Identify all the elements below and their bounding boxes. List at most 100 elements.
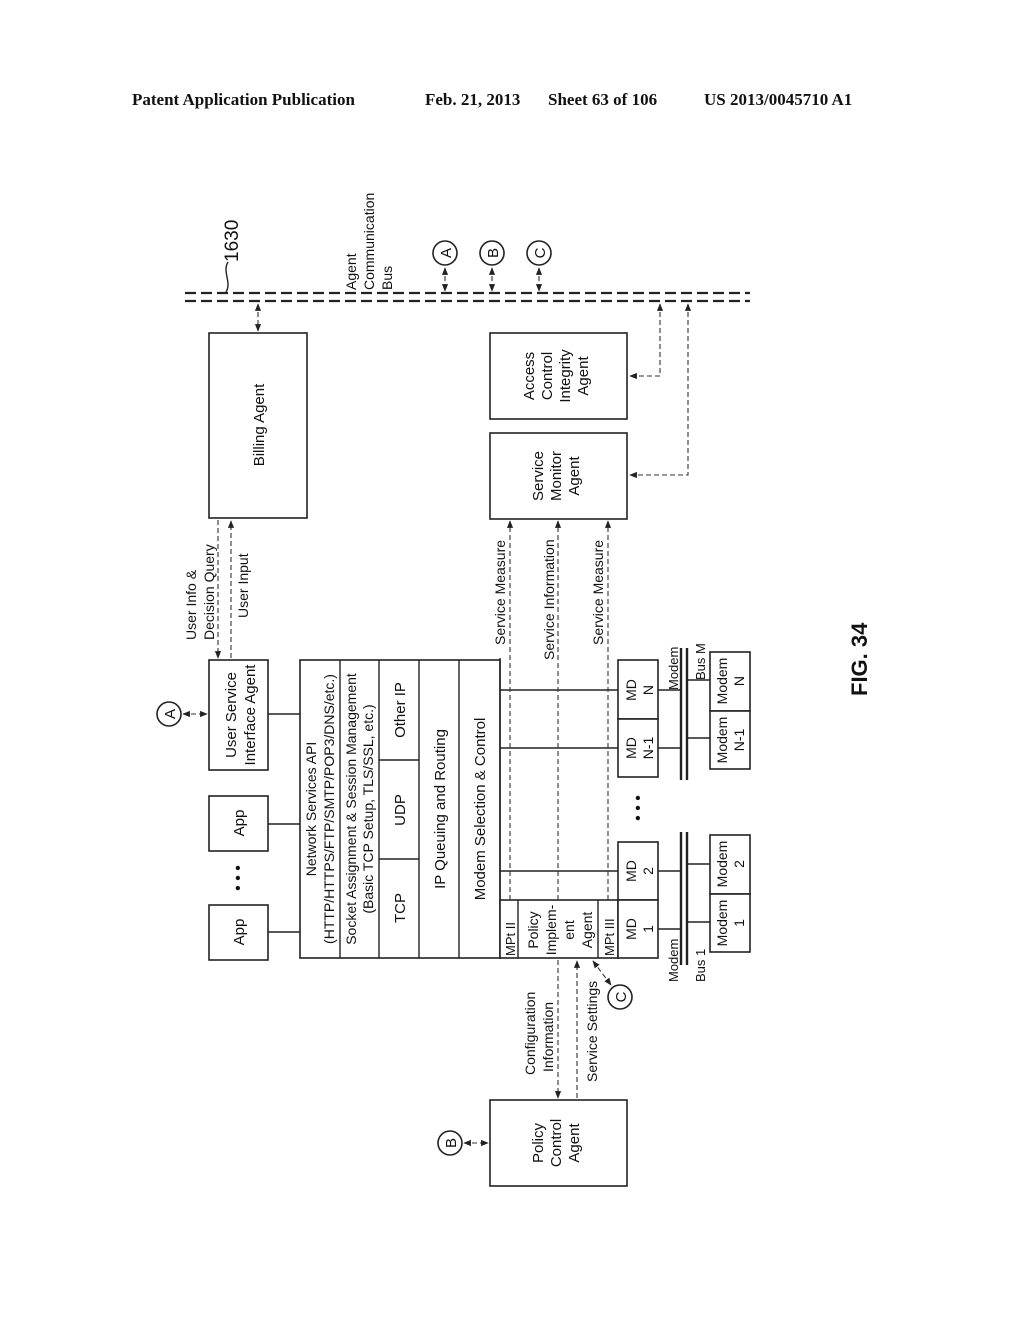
svg-text:A: A [162,709,179,719]
modem-bus-1-label-bus: Bus 1 [693,949,708,982]
svg-text:App: App [231,919,248,946]
modem-2: Modem 2 [709,834,751,895]
svg-text:Control: Control [539,352,556,400]
svg-text:Agent: Agent [343,253,359,290]
svg-text:App: App [231,810,248,837]
svg-text:MD: MD [623,918,639,940]
modem-driver-n: MD N [617,659,659,720]
svg-text:Modem: Modem [714,900,730,947]
svg-text:Configuration: Configuration [522,992,538,1075]
user-input-label: User Input [235,553,251,618]
svg-text:Decision Query: Decision Query [201,544,217,640]
svg-text:Bus: Bus [379,266,395,290]
service-monitor-bus-link [629,303,692,479]
connector-a-user-service: A [156,701,208,727]
svg-text:Modem: Modem [714,841,730,888]
apps-ellipsis: • • • [230,865,247,891]
bus-connector-a: A [432,240,458,292]
svg-text:2: 2 [731,860,747,868]
modem-bus-m-label-modem: Modem [666,647,681,690]
svg-text:Socket Assignment & Session Ma: Socket Assignment & Session Management [343,673,359,945]
svg-text:N: N [731,676,747,686]
svg-text:N-1: N-1 [731,729,747,752]
svg-text:Communication: Communication [361,193,377,290]
svg-text:User Info &: User Info & [183,569,199,640]
svg-text:MD: MD [623,679,639,701]
access-control-bus-link [629,303,664,380]
svg-text:Agent: Agent [579,912,595,949]
modem-n: Modem N [709,651,751,712]
access-control-integrity-agent-box: Access Control Integrity Agent [489,332,628,420]
svg-text:Modem: Modem [714,717,730,764]
svg-text:Agent: Agent [566,456,583,496]
mpt-ii-label: MPt II [503,922,518,956]
connector-b-policy-control: B [437,1130,489,1156]
svg-text:Network Services API: Network Services API [303,742,319,877]
svg-text:2: 2 [640,867,656,875]
svg-text:Agent: Agent [575,356,592,396]
svg-text:N: N [640,685,656,695]
svg-text:Integrity: Integrity [557,349,574,403]
modem-driver-n-1: MD N-1 [617,718,659,778]
svg-text:Policy: Policy [525,911,541,948]
billing-agent-box: Billing Agent [208,332,308,519]
svg-text:MD: MD [623,860,639,882]
user-info-label: User Info & Decision Query [183,544,217,640]
svg-text:Control: Control [548,1119,565,1167]
svg-text:Information: Information [540,1002,556,1072]
modem-driver-ellipsis: • • • [630,795,647,821]
svg-text:(Basic TCP Setup, TLS/SSL, etc: (Basic TCP Setup, TLS/SSL, etc.) [360,704,376,913]
svg-text:A: A [438,248,455,258]
svg-text:Billing Agent: Billing Agent [251,383,268,466]
block-diagram: 1630 Agent Communication Bus A B C Billi… [156,193,872,1187]
svg-text:Implem-: Implem- [543,904,559,955]
tcp-layer: TCP [392,893,409,923]
mpt-iii-label: MPt III [602,918,617,956]
user-service-interface-agent-box: User Service Interface Agent [208,659,269,771]
app-box: App [208,795,269,852]
modem-bus-m-label-bus: Bus M [693,643,708,680]
reference-leader-line [225,261,229,293]
modem-driver-1: MD 1 [617,899,659,959]
svg-text:Policy: Policy [530,1122,547,1163]
bus-label: Agent Communication Bus [343,193,395,290]
bus-connector-b: B [479,240,505,292]
service-measure-label-1: Service Measure [492,540,508,645]
svg-text:B: B [443,1138,460,1148]
service-monitor-agent-box: Service Monitor Agent [489,432,628,520]
other-ip-layer: Other IP [392,682,409,738]
svg-text:Monitor: Monitor [548,451,565,501]
svg-text:N-1: N-1 [640,737,656,760]
svg-text:Service: Service [530,451,547,501]
svg-text:MD: MD [623,737,639,759]
svg-text:Interface Agent: Interface Agent [242,664,259,766]
modem-1: Modem 1 [709,893,751,953]
app-box: App [208,904,269,961]
svg-text:1: 1 [640,925,656,933]
svg-text:Agent: Agent [566,1123,583,1163]
svg-text:ent: ent [561,920,577,940]
udp-layer: UDP [392,794,409,826]
svg-text:Modem: Modem [714,658,730,705]
figure-label: FIG. 34 [847,622,872,696]
service-measure-label-2: Service Measure [590,540,606,645]
svg-text:Access: Access [521,352,538,400]
svg-text:(HTTP/HTTPS/FTP/SMTP/POP3/DNS/: (HTTP/HTTPS/FTP/SMTP/POP3/DNS/etc.) [321,674,337,944]
svg-text:User Service: User Service [223,672,240,758]
svg-text:1: 1 [731,919,747,927]
ip-queuing-layer: IP Queuing and Routing [432,729,449,889]
bus-connector-c: C [526,240,552,292]
modem-bus-1-label-modem: Modem [666,939,681,982]
reference-number: 1630 [222,220,243,262]
svg-text:C: C [613,991,630,1002]
service-settings-label: Service Settings [584,981,600,1082]
policy-control-agent-box: Policy Control Agent [489,1099,628,1187]
agent-communication-bus [185,291,750,303]
svg-text:B: B [485,248,502,258]
svg-text:C: C [532,247,549,258]
socket-assignment-layer: Socket Assignment & Session Management (… [343,673,376,945]
modem-driver-2: MD 2 [617,841,659,901]
configuration-information-label: Configuration Information [522,992,556,1075]
modem-selection-layer: Modem Selection & Control [472,718,489,901]
modem-n-1: Modem N-1 [709,710,751,770]
